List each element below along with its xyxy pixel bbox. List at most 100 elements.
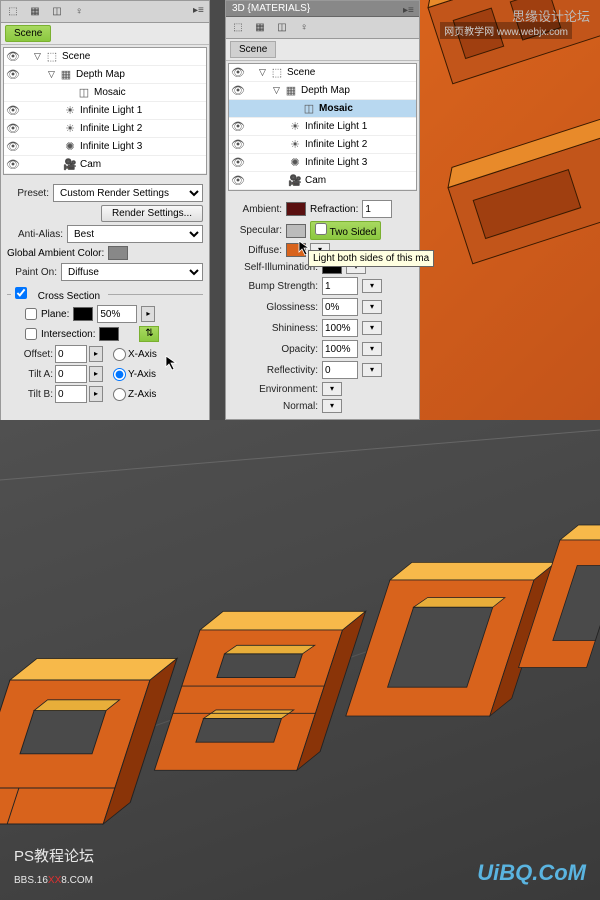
eye-icon[interactable]: 👁 — [231, 120, 245, 133]
opacity-input[interactable] — [322, 340, 358, 358]
eye-icon[interactable]: 👁 — [6, 68, 20, 81]
plane-checkbox[interactable] — [25, 308, 37, 320]
light-icon: ☀ — [62, 122, 78, 135]
filter-material-icon[interactable]: ◫ — [49, 4, 65, 20]
eye-icon[interactable]: 👁 — [231, 84, 245, 97]
cross-section-checkbox[interactable] — [15, 287, 27, 299]
scene-icon: ⬚ — [44, 50, 60, 63]
camera-icon: 🎥 — [287, 174, 303, 187]
preset-select[interactable]: Custom Render Settings — [53, 184, 203, 202]
filter-light-icon[interactable]: ♀ — [296, 20, 312, 36]
diffuse-swatch[interactable] — [286, 243, 306, 257]
texture-edit-icon[interactable]: ▾ — [362, 300, 382, 314]
stepper-icon[interactable]: ▸ — [89, 386, 103, 402]
row-label: Scene — [60, 51, 204, 62]
shine-input[interactable] — [322, 319, 358, 337]
plane-input[interactable] — [97, 305, 137, 323]
filter-scene-icon[interactable]: ⬚ — [230, 20, 246, 36]
twosided-label: Two Sided — [330, 227, 377, 238]
tiltb-label: Tilt B: — [13, 389, 53, 400]
scene-row[interactable]: ◫Mosaic — [4, 84, 206, 102]
yaxis-radio[interactable] — [113, 368, 126, 381]
eye-icon[interactable]: 👁 — [6, 50, 20, 63]
filter-scene-icon[interactable]: ⬚ — [5, 4, 21, 20]
expand-icon[interactable]: ▽ — [259, 67, 269, 78]
preset-label: Preset: — [7, 188, 49, 199]
gloss-input[interactable] — [322, 298, 358, 316]
filter-mesh-icon[interactable]: ▦ — [27, 4, 43, 20]
refraction-input[interactable] — [362, 200, 392, 218]
filter-light-icon[interactable]: ♀ — [71, 4, 87, 20]
scene-tab[interactable]: Scene — [5, 25, 51, 42]
ambient-swatch[interactable] — [286, 202, 306, 216]
specular-label: Specular: — [232, 225, 282, 236]
scene-row[interactable]: 👁▽▦Depth Map — [229, 82, 416, 100]
scene-row[interactable]: 👁☀Infinite Light 2 — [229, 136, 416, 154]
flip-highlight-button[interactable]: ⇅ — [139, 326, 159, 342]
eye-icon[interactable]: 👁 — [6, 158, 20, 171]
light-icon: ✺ — [62, 140, 78, 153]
eye-icon[interactable]: 👁 — [6, 122, 20, 135]
plane-stepper[interactable]: ▸ — [141, 306, 155, 322]
scene-row[interactable]: ◫Mosaic — [229, 100, 416, 118]
scene-row[interactable]: 👁▽⬚Scene — [229, 64, 416, 82]
texture-edit-icon[interactable]: ▾ — [322, 382, 342, 396]
row-label: Cam — [78, 159, 204, 170]
scene-tab[interactable]: Scene — [230, 41, 276, 58]
scene-row[interactable]: 👁☀Infinite Light 2 — [4, 120, 206, 138]
zaxis-radio[interactable] — [113, 388, 126, 401]
tiltb-input[interactable] — [55, 385, 87, 403]
tilta-input[interactable] — [55, 365, 87, 383]
scene-row[interactable]: 👁☀Infinite Light 1 — [4, 102, 206, 120]
eye-icon[interactable]: 👁 — [231, 156, 245, 169]
scene-row[interactable]: 👁 ▽⬚Scene — [4, 48, 206, 66]
stepper-icon[interactable]: ▸ — [89, 346, 103, 362]
eye-icon[interactable]: 👁 — [231, 66, 245, 79]
scene-row[interactable]: 👁🎥Cam — [229, 172, 416, 190]
intersection-swatch[interactable] — [99, 327, 119, 341]
expand-icon[interactable]: ▽ — [34, 51, 44, 62]
eye-icon[interactable]: 👁 — [6, 140, 20, 153]
opacity-label: Opacity: — [232, 344, 318, 355]
filter-mesh-icon[interactable]: ▦ — [252, 20, 268, 36]
eye-icon[interactable]: 👁 — [231, 138, 245, 151]
texture-edit-icon[interactable]: ▾ — [362, 363, 382, 377]
filter-material-icon[interactable]: ◫ — [274, 20, 290, 36]
row-label: Depth Map — [299, 85, 414, 96]
texture-edit-icon[interactable]: ▾ — [362, 279, 382, 293]
eye-icon[interactable]: 👁 — [6, 104, 20, 117]
bump-input[interactable] — [322, 277, 358, 295]
scene-row[interactable]: 👁✺Infinite Light 3 — [229, 154, 416, 172]
eye-icon[interactable]: 👁 — [231, 174, 245, 187]
reflect-input[interactable] — [322, 361, 358, 379]
render-settings-button[interactable]: Render Settings... — [101, 205, 203, 222]
texture-edit-icon[interactable]: ▾ — [362, 342, 382, 356]
offset-input[interactable] — [55, 345, 87, 363]
panel-header: 3D {MATERIALS} — [232, 3, 310, 14]
panel-menu-icon[interactable]: ▸≡ — [193, 5, 205, 17]
viewport-preview-top — [420, 0, 600, 420]
twosided-checkbox[interactable] — [315, 223, 327, 235]
scene-row[interactable]: 👁🎥Cam — [4, 156, 206, 174]
stepper-icon[interactable]: ▸ — [89, 366, 103, 382]
plane-swatch[interactable] — [73, 307, 93, 321]
tooltip: Light both sides of this ma — [308, 250, 434, 267]
intersection-checkbox[interactable] — [25, 328, 37, 340]
antialias-select[interactable]: Best — [67, 225, 203, 243]
scene-row[interactable]: 👁✺Infinite Light 3 — [4, 138, 206, 156]
gloss-label: Glossiness: — [232, 302, 318, 313]
painton-select[interactable]: Diffuse — [61, 263, 203, 281]
scene-row[interactable]: 👁☀Infinite Light 1 — [229, 118, 416, 136]
texture-edit-icon[interactable]: ▾ — [362, 321, 382, 335]
expand-icon[interactable]: ▽ — [273, 85, 283, 96]
panel-menu-icon[interactable]: ▸≡ — [403, 5, 415, 17]
texture-edit-icon[interactable]: ▾ — [322, 399, 342, 413]
scene-row[interactable]: 👁▽▦Depth Map — [4, 66, 206, 84]
specular-swatch[interactable] — [286, 224, 306, 238]
yaxis-label: Y-Axis — [128, 369, 156, 380]
xaxis-radio[interactable] — [113, 348, 126, 361]
gac-swatch[interactable] — [108, 246, 128, 260]
bump-label: Bump Strength: — [232, 281, 318, 292]
cross-section-fieldset: Cross Section — [7, 287, 203, 302]
expand-icon[interactable]: ▽ — [48, 69, 58, 80]
